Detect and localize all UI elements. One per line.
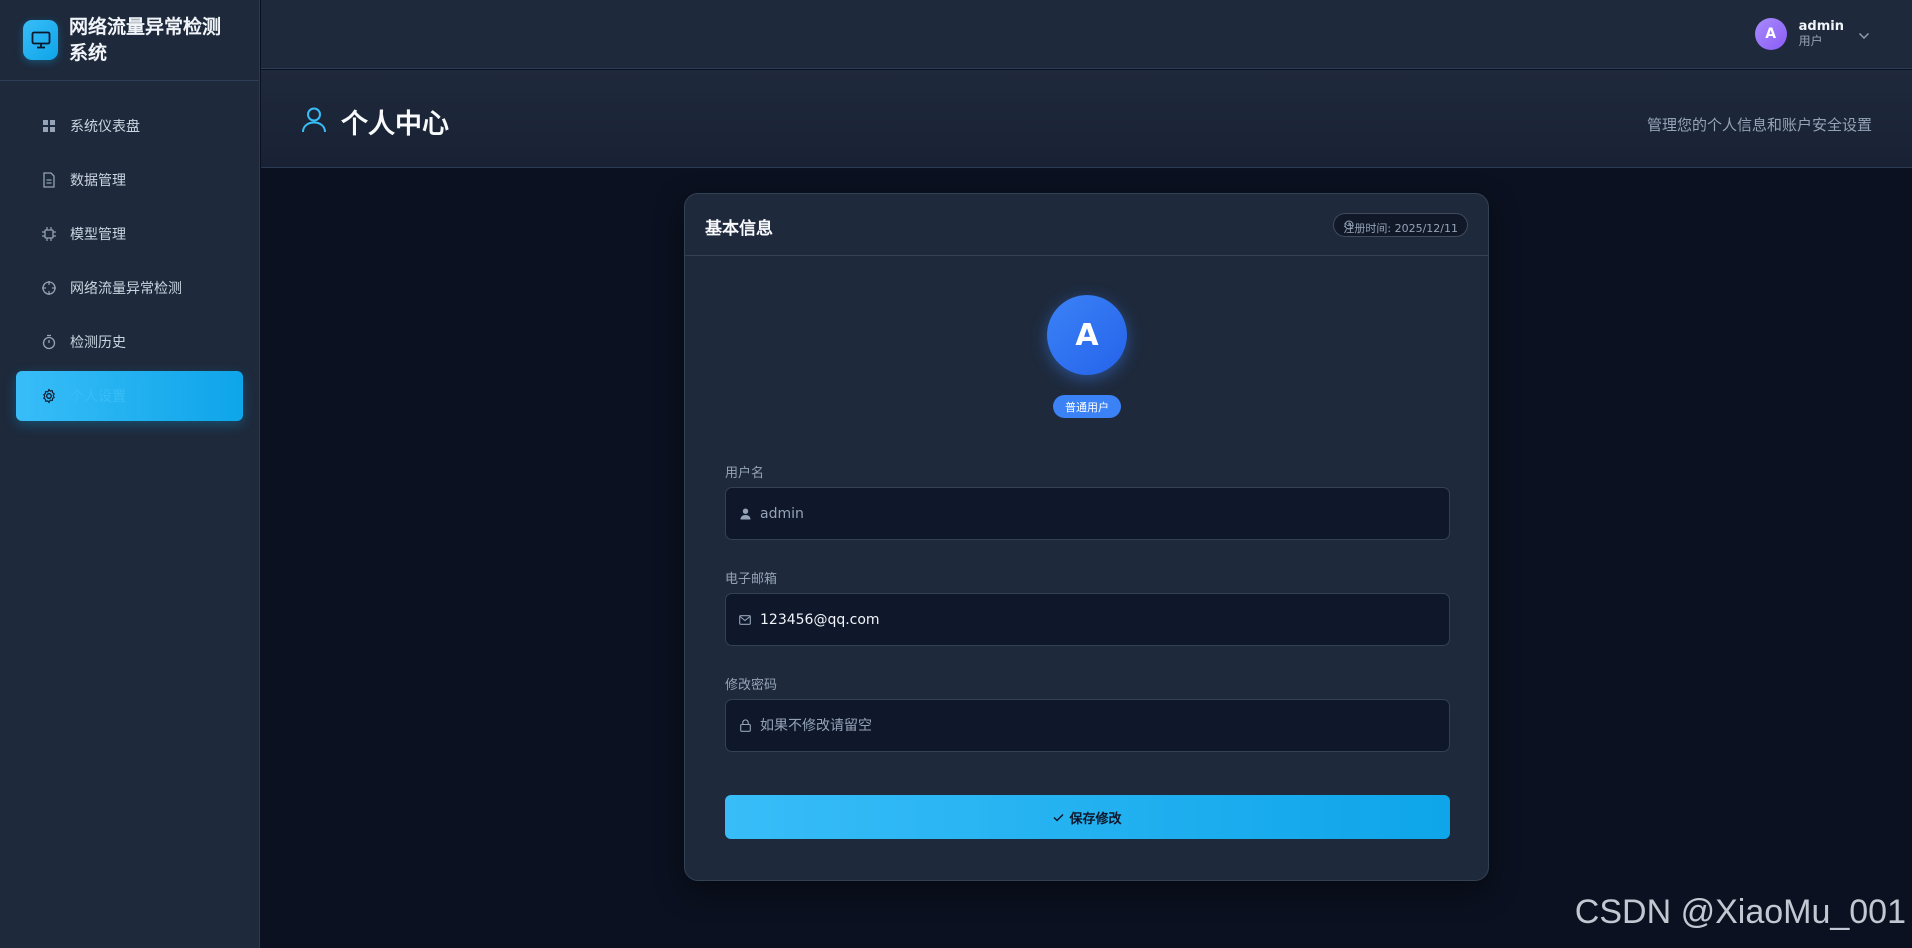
user-name: admin: [1798, 19, 1844, 34]
register-time: 注册时间: 2025/12/11: [1343, 222, 1458, 235]
gear-icon: [40, 387, 58, 405]
page-header: 个人中心 管理您的个人信息和账户安全设置: [261, 70, 1912, 168]
crosshair-icon: [40, 279, 58, 297]
sidebar-item-label: 系统仪表盘: [70, 119, 140, 135]
username-field[interactable]: [725, 487, 1450, 540]
user-role: 用户: [1798, 34, 1823, 48]
user-icon: [301, 106, 327, 138]
profile-card: 基本信息 注册时间: 2025/12/11 A 普通用户 用户名 电子邮箱 修改…: [684, 193, 1489, 881]
monitor-icon: [23, 20, 58, 60]
page-subtitle: 管理您的个人信息和账户安全设置: [1646, 116, 1872, 134]
stopwatch-icon: [40, 333, 58, 351]
sidebar-nav: 系统仪表盘 数据管理 模型管理 网络流量异常检测 检测历史 个人设置: [0, 81, 259, 421]
user-menu[interactable]: A admin 用户: [1754, 18, 1870, 50]
lock-icon: [738, 719, 752, 733]
sidebar-item-label: 模型管理: [70, 227, 126, 243]
sidebar-item-history[interactable]: 检测历史: [16, 317, 243, 367]
sidebar-item-dashboard[interactable]: 系统仪表盘: [16, 101, 243, 151]
clock-icon: [1344, 215, 1354, 239]
password-input[interactable]: [760, 700, 1449, 751]
password-label: 修改密码: [725, 678, 778, 693]
card-header: 基本信息 注册时间: 2025/12/11: [685, 194, 1488, 256]
check-icon: [1053, 813, 1065, 822]
email-label: 电子邮箱: [725, 572, 778, 587]
user-meta: admin 用户: [1799, 19, 1844, 49]
sidebar-item-detection[interactable]: 网络流量异常检测: [16, 263, 243, 313]
mail-icon: [738, 613, 752, 627]
person-icon: [738, 507, 752, 521]
file-icon: [40, 171, 58, 189]
sidebar-item-settings[interactable]: 个人设置: [16, 371, 243, 421]
username-label: 用户名: [725, 466, 765, 481]
save-button-label: 保存修改: [1069, 811, 1122, 827]
brand-title: 网络流量异常检测系统: [69, 16, 222, 64]
sidebar: 网络流量异常检测系统 系统仪表盘 数据管理 模型管理 网络流量异常检测 检测历史…: [0, 0, 260, 948]
profile-avatar[interactable]: A: [1047, 295, 1127, 375]
grid-icon: [40, 117, 58, 135]
top-bar: A admin 用户: [261, 0, 1912, 69]
sidebar-item-label: 网络流量异常检测: [70, 281, 182, 297]
username-input[interactable]: [760, 488, 1449, 539]
chip-icon: [40, 225, 58, 243]
sidebar-item-label: 检测历史: [70, 335, 126, 351]
card-title: 基本信息: [705, 219, 773, 239]
role-badge: 普通用户: [1053, 395, 1121, 418]
page-title: 个人中心: [341, 109, 449, 140]
sidebar-item-data[interactable]: 数据管理: [16, 155, 243, 205]
watermark: CSDN @XiaoMu_001: [1574, 893, 1906, 931]
avatar: A: [1754, 18, 1787, 50]
page-title-wrap: 个人中心: [301, 102, 449, 141]
email-input[interactable]: [760, 594, 1449, 645]
save-button[interactable]: 保存修改: [725, 795, 1450, 839]
register-time-badge: 注册时间: 2025/12/11: [1333, 213, 1468, 237]
sidebar-item-label: 数据管理: [70, 173, 126, 189]
sidebar-item-label: 个人设置: [70, 389, 126, 405]
sidebar-item-models[interactable]: 模型管理: [16, 209, 243, 259]
chevron-down-icon[interactable]: [1858, 25, 1870, 44]
password-field[interactable]: [725, 699, 1450, 752]
brand: 网络流量异常检测系统: [0, 0, 259, 81]
email-field[interactable]: [725, 593, 1450, 646]
